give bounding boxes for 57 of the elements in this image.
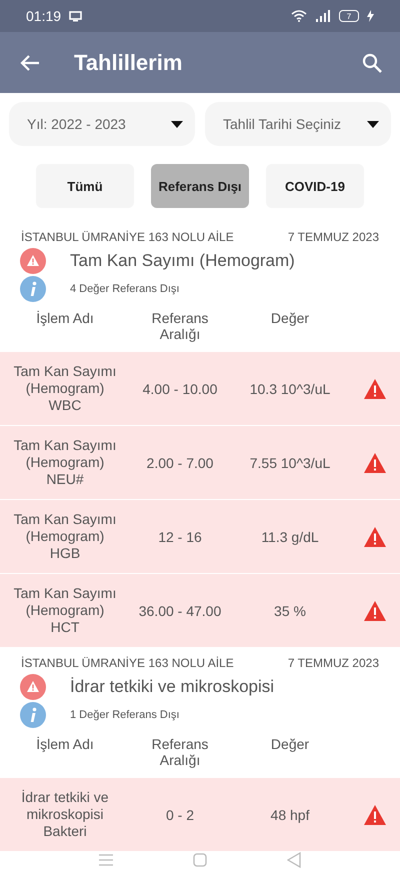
test-date: 7 TEMMUZ 2023 (288, 230, 379, 244)
alert-icon (20, 248, 46, 274)
warning-icon (363, 378, 387, 400)
test-name: Tam Kan Sayımı (Hemogram) (70, 251, 295, 271)
test-item-name: Tam Kan Sayımı (Hemogram) NEU# (12, 437, 118, 488)
reference-range: 2.00 - 7.00 (146, 454, 214, 470)
menu-icon[interactable] (99, 854, 113, 866)
column-header: İşlem Adı (35, 736, 95, 754)
info-icon (20, 702, 46, 728)
column-header: Referans Aralığı (150, 310, 210, 342)
test-item-name: Tam Kan Sayımı (Hemogram) HCT (12, 585, 118, 636)
dropdown-caret-icon (367, 120, 379, 128)
info-icon (20, 276, 46, 302)
dropdown-caret-icon (171, 120, 183, 128)
warning-icon (363, 526, 387, 548)
signal-icon (315, 10, 331, 22)
facility-name: İSTANBUL ÜMRANİYE 163 NOLU AİLE (21, 230, 234, 244)
reference-range: 12 - 16 (157, 528, 203, 544)
column-header: Referans Aralığı (150, 736, 210, 768)
filter-dropdown[interactable]: Tahlil Tarihi Seçiniz (205, 102, 391, 146)
back-icon[interactable] (287, 852, 301, 868)
result-value: 10.3 10^3/uL (248, 380, 332, 396)
warning-icon (363, 804, 387, 826)
reference-range: 4.00 - 10.00 (142, 380, 218, 396)
test-item-name: Tam Kan Sayımı (Hemogram) WBC (12, 363, 118, 414)
test-item-name: İdrar tetkiki ve mikroskopisi Bakteri (20, 789, 110, 840)
screen-title: Tahlillerim (74, 50, 184, 76)
warning-icon (363, 452, 387, 474)
result-value: 35 % (273, 602, 307, 618)
facility-name: İSTANBUL ÜMRANİYE 163 NOLU AİLE (21, 656, 234, 670)
battery-icon: 7 (339, 10, 359, 22)
status-time: 01:19 (26, 8, 62, 24)
alert-icon (20, 674, 46, 700)
wifi-icon (291, 10, 307, 22)
result-value: 11.3 g/dL (260, 528, 320, 544)
result-value: 7.55 10^3/uL (248, 454, 332, 470)
back-arrow-icon[interactable] (20, 54, 40, 72)
warning-icon (363, 600, 387, 622)
test-date: 7 TEMMUZ 2023 (288, 656, 379, 670)
result-value: 48 hpf (270, 806, 310, 822)
home-icon[interactable] (193, 853, 207, 867)
column-header: Değer (270, 310, 310, 328)
column-header: Değer (270, 736, 310, 754)
out-of-range-summary: 1 Değer Referans Dışı (70, 709, 180, 721)
filter-tab[interactable]: Tümü (36, 164, 134, 208)
test-name: İdrar tetkiki ve mikroskopisi (70, 677, 274, 697)
filter-tab[interactable]: Referans Dışı (151, 164, 249, 208)
search-icon[interactable] (362, 52, 382, 72)
charging-icon (367, 10, 374, 22)
screen-icon (69, 10, 82, 22)
filter-tab[interactable]: COVID-19 (266, 164, 364, 208)
out-of-range-summary: 4 Değer Referans Dışı (70, 283, 180, 295)
reference-range: 0 - 2 (164, 806, 195, 822)
test-item-name: Tam Kan Sayımı (Hemogram) HGB (12, 511, 118, 562)
column-header: İşlem Adı (35, 310, 95, 328)
reference-range: 36.00 - 47.00 (138, 602, 222, 618)
filter-dropdown[interactable]: Yıl: 2022 - 2023 (9, 102, 195, 146)
